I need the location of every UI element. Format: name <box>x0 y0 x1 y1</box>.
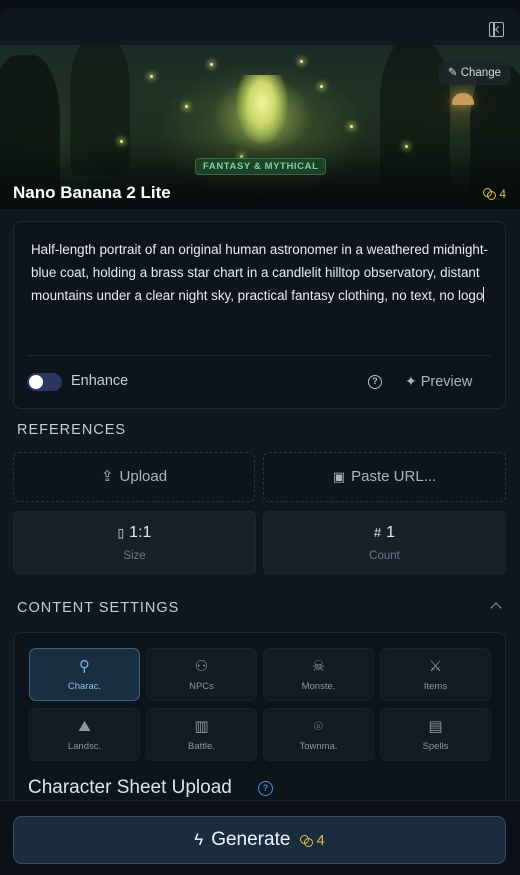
category-monsters[interactable]: ☠ Monste. <box>263 648 374 701</box>
category-label: Townma. <box>299 741 338 752</box>
category-label: Items <box>423 681 448 692</box>
content-settings-heading: CONTENT SETTINGS <box>17 600 180 616</box>
prompt-card: Half-length portrait of an original huma… <box>13 221 506 409</box>
size-selector[interactable]: ▯ 1:1 Size <box>13 511 256 574</box>
lightning-icon: ϟ <box>194 830 204 849</box>
category-items[interactable]: ⚔ Items <box>380 648 491 701</box>
text-caret <box>483 287 485 302</box>
prompt-textarea[interactable]: Half-length portrait of an original huma… <box>31 238 491 307</box>
skull-icon: ☠ <box>311 658 326 675</box>
count-label: Count <box>369 550 400 562</box>
category-townmaps[interactable]: ⌾ Townma. <box>263 708 374 761</box>
model-name: Nano Banana 2 Lite <box>13 183 171 202</box>
category-npcs[interactable]: ⚇ NPCs <box>146 648 257 701</box>
category-spells[interactable]: ▤ Spells <box>380 708 491 761</box>
person-icon: ⚲ <box>79 658 90 675</box>
hero-mushroom <box>452 93 474 105</box>
coins-icon <box>300 835 314 847</box>
firefly <box>150 75 153 78</box>
collapse-sidebar-icon[interactable] <box>489 22 504 37</box>
firefly <box>210 63 213 66</box>
footer-bar: ϟ Generate 4 <box>0 800 520 875</box>
aspect-ratio-icon: ▯ <box>117 526 125 540</box>
hash-icon: # <box>373 525 382 540</box>
enhance-toggle[interactable] <box>27 373 62 391</box>
category-characters[interactable]: ⚲ Charac. <box>29 648 140 701</box>
count-selector[interactable]: #1 Count <box>263 511 506 574</box>
prompt-divider <box>27 355 492 356</box>
count-value-row: #1 <box>264 524 505 542</box>
character-sheet-help-icon[interactable]: ? <box>258 781 273 796</box>
generate-credit-cost: 4 <box>300 832 325 849</box>
swords-icon: ⚔ <box>428 658 443 675</box>
pencil-icon: ✎ <box>447 67 458 79</box>
change-model-button[interactable]: ✎ Change <box>438 61 510 85</box>
coins-icon <box>483 188 497 200</box>
category-label: Spells <box>422 741 449 752</box>
generate-label: Generate <box>211 829 291 850</box>
mountain-icon: ⛰ <box>78 718 91 735</box>
paste-url-button[interactable]: ▣ Paste URL... <box>263 452 506 502</box>
model-credit-value: 4 <box>499 187 506 201</box>
book-icon: ▤ <box>428 718 443 735</box>
model-credit-cost: 4 <box>483 187 506 201</box>
prompt-text-value: Half-length portrait of an original huma… <box>31 242 489 303</box>
category-badge: FANTASY & MYTHICAL <box>195 158 327 175</box>
map-icon: ▥ <box>194 718 209 735</box>
preview-button[interactable]: ✦ Preview <box>405 373 472 390</box>
firefly <box>350 125 353 128</box>
category-label: Battle. <box>188 741 215 752</box>
character-sheet-title: Character Sheet Upload <box>28 777 232 798</box>
category-label: Monste. <box>301 681 336 692</box>
help-icon[interactable]: ? <box>368 375 382 389</box>
references-heading: REFERENCES <box>17 422 127 438</box>
upload-icon: ⇪ <box>100 468 114 485</box>
size-value-row: ▯ 1:1 <box>14 524 255 542</box>
count-value: 1 <box>386 524 396 541</box>
category-landscapes[interactable]: ⛰ Landsc. <box>29 708 140 761</box>
generate-credit-value: 4 <box>316 832 325 849</box>
firefly <box>185 105 188 108</box>
size-label: Size <box>123 550 146 562</box>
upload-button[interactable]: ⇪ Upload <box>13 452 255 502</box>
category-label: Landsc. <box>67 741 102 752</box>
generate-button[interactable]: ϟ Generate 4 <box>13 816 506 864</box>
image-icon: ▣ <box>332 469 346 484</box>
panel-topbar <box>0 8 520 45</box>
category-label: Charac. <box>67 681 102 692</box>
category-label: NPCs <box>189 681 214 692</box>
model-hero-image: ✎ Change FANTASY & MYTHICAL Nano Banana 2… <box>0 45 520 209</box>
firefly <box>320 85 323 88</box>
hero-fairy-figure <box>236 75 288 145</box>
enhance-label: Enhance <box>71 373 129 389</box>
paste-url-label: Paste URL... <box>351 468 437 485</box>
size-value: 1:1 <box>129 524 152 541</box>
preview-label: Preview <box>420 374 473 390</box>
sparkles-icon: ✦ <box>405 373 417 389</box>
users-icon: ⚇ <box>194 658 209 675</box>
category-battlemaps[interactable]: ▥ Battle. <box>146 708 257 761</box>
firefly <box>300 60 303 63</box>
change-label: Change <box>460 67 501 79</box>
upload-label: Upload <box>119 468 168 485</box>
map-pin-icon: ⌾ <box>313 718 323 735</box>
